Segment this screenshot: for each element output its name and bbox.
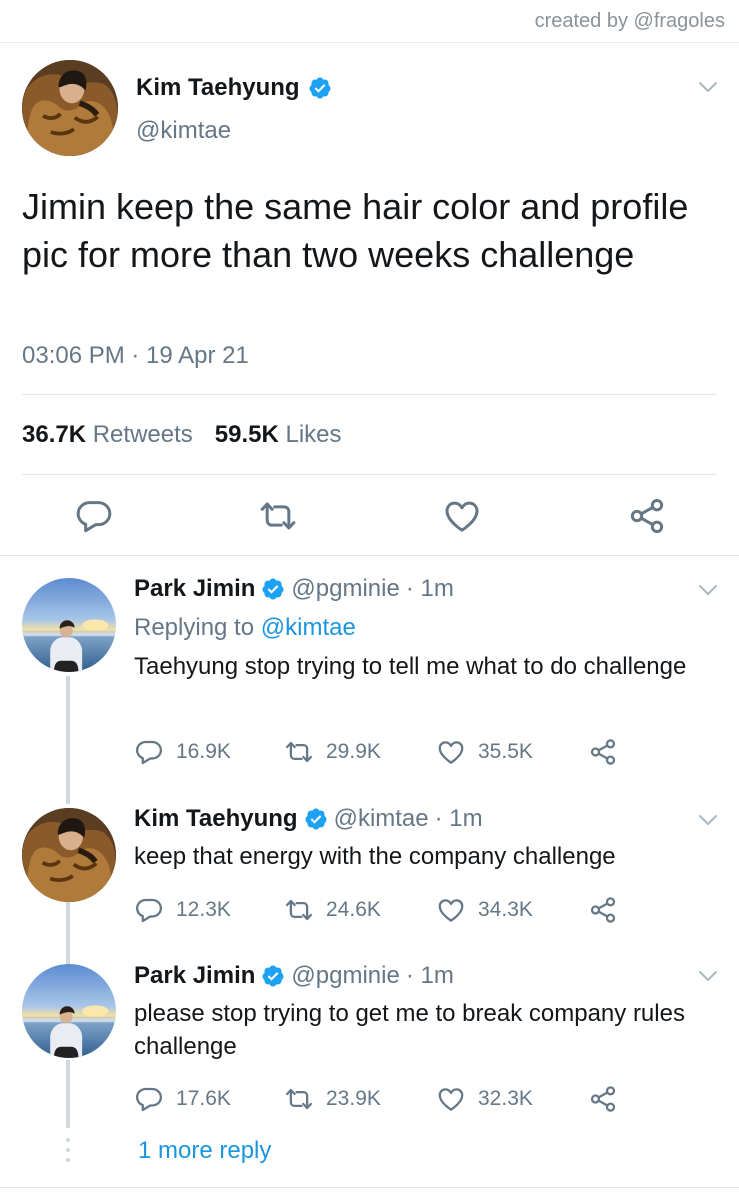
replying-to: Replying to @kimtae <box>134 614 356 642</box>
share-icon <box>588 737 618 767</box>
retweet-button[interactable]: 23.9K <box>284 1084 381 1114</box>
reply-text: keep that energy with the company challe… <box>134 843 616 870</box>
replying-to-label: Replying to <box>134 614 255 641</box>
author-handle[interactable]: @kimtae <box>334 805 429 833</box>
retweets-count: 36.7K <box>22 421 87 448</box>
replying-to-link[interactable]: @kimtae <box>261 614 356 641</box>
retweet-icon <box>284 895 314 925</box>
likes-label: Likes <box>285 421 342 448</box>
verified-badge-icon <box>261 964 285 988</box>
reply-time[interactable]: · 1m <box>406 575 454 603</box>
reply-icon <box>134 895 164 925</box>
reply-count: 16.9K <box>176 740 231 763</box>
retweet-count: 24.6K <box>326 898 381 921</box>
reply-actions: 16.9K 29.9K 35.5K <box>134 737 634 767</box>
thread-dots <box>66 1138 70 1168</box>
chevron-down-icon[interactable] <box>697 80 719 94</box>
like-icon <box>436 895 466 925</box>
verified-badge-icon <box>261 577 285 601</box>
reply-time[interactable]: · 1m <box>406 962 454 990</box>
divider <box>0 42 739 43</box>
verified-badge-icon <box>304 807 328 831</box>
retweets-stat[interactable]: 36.7K Retweets <box>22 421 193 449</box>
reply-actions: 12.3K 24.6K 34.3K <box>134 895 634 925</box>
more-replies-link[interactable]: 1 more reply <box>138 1137 271 1165</box>
share-button[interactable] <box>588 1084 618 1114</box>
reply-header: Park Jimin @pgminie · 1m <box>134 962 454 990</box>
like-button[interactable]: 34.3K <box>436 895 533 925</box>
share-button[interactable] <box>588 737 618 767</box>
author-handle[interactable]: @pgminie <box>291 962 399 990</box>
reply-icon <box>134 737 164 767</box>
chevron-down-icon[interactable] <box>697 969 719 983</box>
reply-text: please stop trying to get me to break co… <box>134 1000 685 1060</box>
tweet-actions <box>0 496 739 536</box>
author-handle[interactable]: @pgminie <box>291 575 399 603</box>
like-button[interactable]: 32.3K <box>436 1084 533 1114</box>
reply-actions: 17.6K 23.9K 32.3K <box>134 1084 634 1114</box>
avatar[interactable] <box>22 60 118 156</box>
reply-count: 17.6K <box>176 1087 231 1110</box>
share-icon <box>588 1084 618 1114</box>
like-button[interactable]: 35.5K <box>436 737 533 767</box>
author-handle[interactable]: @kimtae <box>136 117 231 145</box>
reply-header: Park Jimin @pgminie · 1m <box>134 575 454 603</box>
reply-time[interactable]: · 1m <box>435 805 483 833</box>
chevron-down-icon[interactable] <box>697 583 719 597</box>
retweet-button[interactable]: 24.6K <box>284 895 381 925</box>
likes-count: 59.5K <box>214 421 279 448</box>
reply-button[interactable]: 12.3K <box>134 895 231 925</box>
reply-button[interactable]: 17.6K <box>134 1084 231 1114</box>
divider <box>0 555 739 556</box>
thread-line <box>66 1060 70 1128</box>
share-icon <box>588 895 618 925</box>
retweet-icon <box>284 737 314 767</box>
reply-text: Taehyung stop trying to tell me what to … <box>134 653 687 680</box>
retweet-icon <box>284 1084 314 1114</box>
retweet-button[interactable]: 29.9K <box>284 737 381 767</box>
tweet-timestamp[interactable]: 03:06 PM · 19 Apr 21 <box>22 342 249 370</box>
author-name[interactable]: Park Jimin <box>134 962 255 990</box>
reply-icon <box>134 1084 164 1114</box>
like-count: 35.5K <box>478 740 533 763</box>
share-button[interactable] <box>588 895 618 925</box>
author-name[interactable]: Kim Taehyung <box>136 74 332 102</box>
author-name[interactable]: Park Jimin <box>134 575 255 603</box>
thread-line <box>66 676 70 804</box>
retweet-count: 23.9K <box>326 1087 381 1110</box>
retweet-count: 29.9K <box>326 740 381 763</box>
credit-label: created by @fragoles <box>534 10 725 32</box>
reply-count: 12.3K <box>176 898 231 921</box>
avatar[interactable] <box>22 964 116 1058</box>
share-icon[interactable] <box>627 496 667 536</box>
reply-button[interactable]: 16.9K <box>134 737 231 767</box>
divider <box>22 394 717 395</box>
verified-badge-icon <box>308 76 332 100</box>
like-icon[interactable] <box>442 496 482 536</box>
avatar[interactable] <box>22 578 116 672</box>
like-count: 34.3K <box>478 898 533 921</box>
avatar[interactable] <box>22 808 116 902</box>
like-count: 32.3K <box>478 1087 533 1110</box>
reply-icon[interactable] <box>74 496 114 536</box>
tweet-stats: 36.7K Retweets 59.5K Likes <box>22 421 342 449</box>
like-icon <box>436 1084 466 1114</box>
author-name[interactable]: Kim Taehyung <box>134 805 298 833</box>
divider <box>22 474 717 475</box>
like-icon <box>436 737 466 767</box>
divider <box>0 1187 739 1188</box>
reply-header: Kim Taehyung @kimtae · 1m <box>134 805 483 833</box>
tweet-text: Jimin keep the same hair color and profi… <box>22 186 689 275</box>
retweet-icon[interactable] <box>258 496 298 536</box>
likes-stat[interactable]: 59.5K Likes <box>215 421 342 449</box>
chevron-down-icon[interactable] <box>697 813 719 827</box>
thread-line <box>66 902 70 964</box>
retweets-label: Retweets <box>92 421 193 448</box>
author-name-text[interactable]: Kim Taehyung <box>136 74 300 102</box>
